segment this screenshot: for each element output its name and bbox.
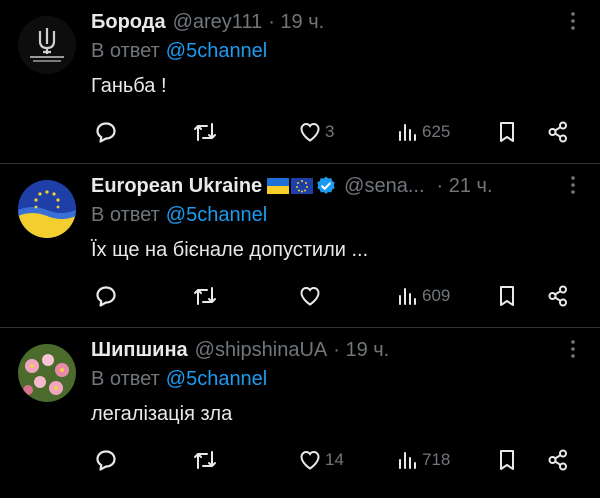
eu-flag-icon	[291, 178, 314, 194]
like-button[interactable]: 3	[298, 118, 334, 146]
view-count: 609	[422, 286, 451, 305]
timestamp[interactable]: · 19 ч.	[268, 11, 324, 34]
more-icon[interactable]	[562, 10, 584, 32]
author-handle[interactable]: @shipshinaUA	[195, 339, 328, 362]
like-icon	[300, 450, 320, 470]
action-bar: 3 625	[94, 118, 590, 146]
reply-prefix: В ответ	[91, 368, 160, 390]
view-count: 718	[422, 450, 451, 469]
views-button[interactable]: 609	[397, 282, 450, 310]
like-icon	[300, 286, 320, 306]
share-icon	[548, 121, 567, 143]
reply-button[interactable]	[94, 446, 118, 474]
repost-icon	[194, 123, 216, 141]
share-button[interactable]	[546, 446, 570, 474]
bookmark-button[interactable]	[497, 282, 517, 310]
views-icon	[399, 452, 416, 469]
repost-button[interactable]	[192, 446, 218, 474]
share-button[interactable]	[546, 282, 570, 310]
avatar[interactable]	[18, 344, 76, 402]
reply-text: легалізація зла	[91, 403, 233, 425]
reply-text: Ганьба !	[91, 75, 167, 97]
like-icon	[300, 122, 320, 142]
bookmark-button[interactable]	[497, 118, 517, 146]
mention-link[interactable]: @5channel	[166, 204, 267, 226]
avatar[interactable]	[18, 180, 76, 238]
ukraine-flag-icon	[267, 178, 290, 194]
author-handle[interactable]: @sena...	[344, 175, 424, 198]
timestamp[interactable]: · 21 ч.	[437, 175, 493, 198]
author-flags	[267, 175, 337, 197]
rosehip-flowers-icon	[18, 344, 76, 402]
author-name[interactable]: Борода	[91, 11, 166, 34]
views-button[interactable]: 718	[397, 446, 450, 474]
repost-icon	[194, 451, 216, 469]
reply-context: В ответ @5channel	[91, 40, 586, 63]
like-count: 14	[325, 450, 344, 469]
like-button[interactable]	[298, 282, 325, 310]
mention-link[interactable]: @5channel	[166, 40, 267, 62]
avatar[interactable]	[18, 16, 76, 74]
bookmark-icon	[500, 122, 514, 142]
reply-context: В ответ @5channel	[91, 204, 586, 227]
like-button[interactable]: 14	[298, 446, 344, 474]
share-icon	[548, 285, 567, 307]
share-icon	[548, 449, 567, 471]
views-icon	[399, 124, 416, 141]
eu-ukraine-flag-icon	[18, 180, 76, 238]
more-icon[interactable]	[562, 338, 584, 360]
reply-icon	[96, 122, 116, 143]
reply-item[interactable]: Шипшина @shipshinaUA · 19 ч. В ответ @5ch…	[0, 328, 600, 498]
action-bar: 609	[94, 282, 590, 310]
bookmark-icon	[500, 286, 514, 306]
repost-button[interactable]	[192, 282, 218, 310]
reply-item[interactable]: European Ukraine @sena... · 21 ч. В отве…	[0, 164, 600, 328]
trident-logo-icon	[18, 16, 76, 74]
reply-context: В ответ @5channel	[91, 368, 586, 391]
bookmark-button[interactable]	[497, 446, 517, 474]
mention-link[interactable]: @5channel	[166, 368, 267, 390]
view-count: 625	[422, 122, 451, 141]
views-icon	[399, 288, 416, 305]
action-bar: 14 718	[94, 446, 590, 474]
reply-text: Їх ще на бієнале допустили ...	[91, 239, 369, 261]
share-button[interactable]	[546, 118, 570, 146]
more-icon[interactable]	[562, 174, 584, 196]
author-name[interactable]: European Ukraine	[91, 175, 262, 198]
verified-badge-icon	[317, 176, 335, 194]
author-handle[interactable]: @arey111	[173, 11, 263, 34]
reply-prefix: В ответ	[91, 204, 160, 226]
like-count: 3	[325, 122, 335, 141]
reply-button[interactable]	[94, 118, 118, 146]
reply-icon	[96, 286, 116, 307]
views-button[interactable]: 625	[397, 118, 450, 146]
repost-icon	[194, 287, 216, 305]
repost-button[interactable]	[192, 118, 218, 146]
reply-icon	[96, 450, 116, 471]
bookmark-icon	[500, 450, 514, 470]
reply-prefix: В ответ	[91, 40, 160, 62]
reply-button[interactable]	[94, 282, 118, 310]
timestamp[interactable]: · 19 ч.	[333, 339, 389, 362]
author-name[interactable]: Шипшина	[91, 339, 188, 362]
reply-item[interactable]: Борода @arey111 · 19 ч. В ответ @5channel…	[0, 0, 600, 164]
